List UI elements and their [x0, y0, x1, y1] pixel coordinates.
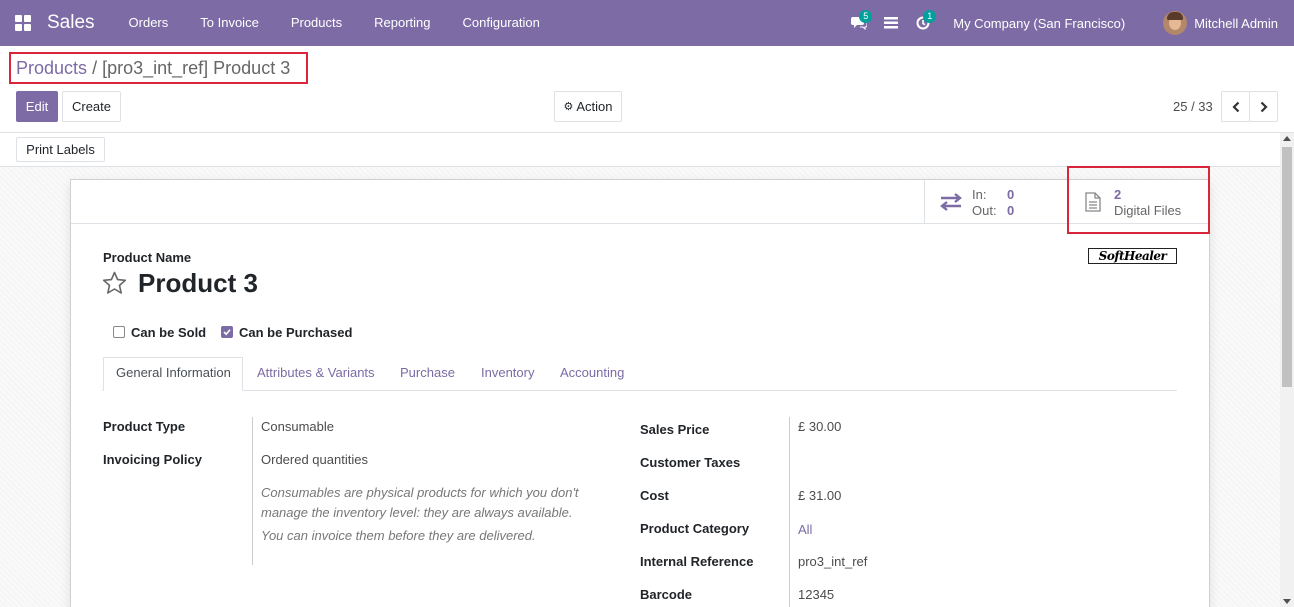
- company-logo: SoftHealer: [1088, 248, 1177, 264]
- gear-icon: ⚙: [563, 101, 574, 113]
- menu-reporting[interactable]: Reporting: [358, 0, 446, 46]
- in-value: 0: [1007, 187, 1015, 202]
- favorite-star-icon[interactable]: [102, 271, 127, 295]
- pager-value[interactable]: 25 / 33: [1173, 99, 1213, 114]
- customer-taxes-label: Customer Taxes: [640, 455, 741, 470]
- user-menu[interactable]: Mitchell Admin: [1194, 16, 1278, 31]
- menu-products[interactable]: Products: [275, 0, 358, 46]
- digital-files-highlight-box: [1067, 166, 1210, 234]
- messages-icon[interactable]: 5: [843, 0, 875, 46]
- company-logo-text: SoftHealer: [1098, 249, 1167, 263]
- product-category-label: Product Category: [640, 521, 750, 536]
- chevron-right-icon: [1260, 101, 1268, 112]
- breadcrumb-highlight-box: [9, 52, 308, 84]
- company-switcher[interactable]: My Company (San Francisco): [953, 16, 1125, 31]
- invoicing-policy-field[interactable]: Ordered quantities: [261, 452, 368, 467]
- tabs-baseline: [102, 390, 1177, 391]
- right-column-divider: [789, 417, 790, 607]
- check-icon: [223, 329, 231, 336]
- tab-purchase[interactable]: Purchase: [400, 365, 455, 380]
- can-be-purchased-checkbox[interactable]: [221, 326, 233, 338]
- product-category-field[interactable]: All: [798, 522, 812, 537]
- left-column-divider: [252, 417, 253, 565]
- menu-to-invoice[interactable]: To Invoice: [184, 0, 275, 46]
- activity-badge: 1: [923, 10, 937, 23]
- barcode-label: Barcode: [640, 587, 693, 602]
- action-label: Action: [576, 99, 613, 114]
- apps-menu-icon[interactable]: [0, 0, 46, 46]
- product-type-label: Product Type: [103, 419, 186, 434]
- menu-configuration[interactable]: Configuration: [447, 0, 556, 46]
- chevron-left-icon: [1231, 101, 1239, 112]
- product-name-label: Product Name: [103, 250, 192, 265]
- top-navbar: Sales Orders To Invoice Products Reporti…: [0, 0, 1294, 46]
- scrollbar-thumb[interactable]: [1282, 147, 1292, 387]
- control-panel-divider: [0, 132, 1294, 133]
- print-labels-button[interactable]: Print Labels: [16, 137, 105, 162]
- can-be-purchased-label[interactable]: Can be Purchased: [239, 325, 352, 340]
- tab-attributes-variants[interactable]: Attributes & Variants: [257, 365, 375, 380]
- cost-field[interactable]: £ 31.00: [798, 488, 841, 503]
- menu-orders[interactable]: Orders: [113, 0, 185, 46]
- scrollbar[interactable]: [1280, 133, 1294, 607]
- create-button[interactable]: Create: [62, 91, 121, 122]
- messages-badge: 5: [859, 10, 873, 23]
- cost-label: Cost: [640, 488, 669, 503]
- can-be-sold-label[interactable]: Can be Sold: [131, 325, 206, 340]
- tab-accounting[interactable]: Accounting: [560, 365, 624, 380]
- edit-button[interactable]: Edit: [16, 91, 58, 122]
- sales-price-label: Sales Price: [640, 422, 710, 437]
- in-out-stat-button[interactable]: In: 0 Out: 0: [924, 180, 1067, 224]
- pager-previous-button[interactable]: [1221, 91, 1250, 122]
- sales-price-field[interactable]: £ 30.00: [798, 419, 841, 434]
- activity-clock-icon[interactable]: 1: [907, 0, 939, 46]
- can-be-sold-checkbox[interactable]: [113, 326, 125, 338]
- action-button[interactable]: ⚙ Action: [554, 91, 622, 122]
- button-box: In: 0 Out: 0 2 Digital Files: [71, 180, 1209, 224]
- pager-next-button[interactable]: [1249, 91, 1278, 122]
- product-type-help-text: Consumables are physical products for wh…: [261, 485, 579, 520]
- out-label: Out:: [972, 203, 997, 218]
- tab-general-information-label[interactable]: General Information: [116, 365, 231, 380]
- out-value: 0: [1007, 203, 1015, 218]
- user-avatar[interactable]: [1163, 11, 1188, 35]
- app-name[interactable]: Sales: [47, 12, 95, 34]
- exchange-arrows-icon: [940, 193, 962, 211]
- invoice-help-text: You can invoice them before they are del…: [261, 528, 536, 543]
- notes-icon[interactable]: [875, 0, 907, 46]
- barcode-field[interactable]: 12345: [798, 587, 834, 602]
- product-type-field[interactable]: Consumable: [261, 419, 334, 434]
- internal-reference-field[interactable]: pro3_int_ref: [798, 554, 867, 569]
- product-name[interactable]: Product 3: [138, 268, 258, 299]
- tab-inventory[interactable]: Inventory: [481, 365, 534, 380]
- internal-reference-label: Internal Reference: [640, 554, 754, 569]
- invoicing-policy-label: Invoicing Policy: [103, 452, 202, 467]
- in-label: In:: [972, 187, 987, 202]
- form-sheet: In: 0 Out: 0 2 Digital Files: [70, 179, 1210, 607]
